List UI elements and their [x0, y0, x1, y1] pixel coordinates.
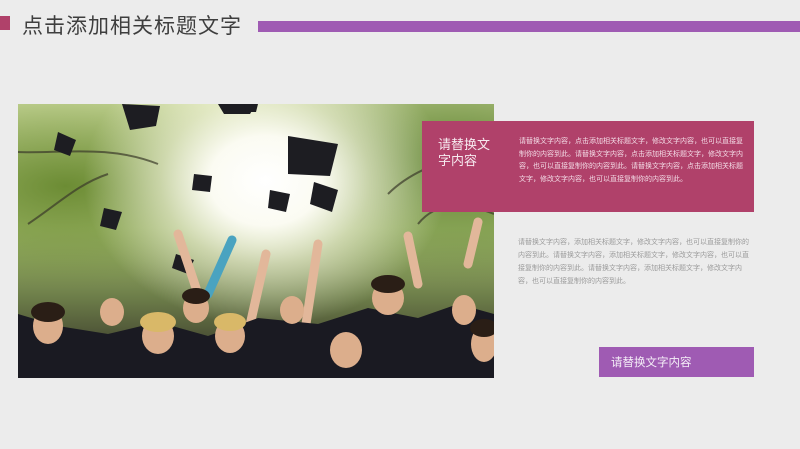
graduation-caps [54, 104, 338, 274]
highlight-box-text[interactable]: 请替换文字内容，点击添加相关标题文字，修改文字内容，也可以直接复制你的内容到此。… [519, 135, 747, 185]
title-marker [0, 16, 10, 30]
replace-text-button[interactable]: 请替换文字内容 [599, 347, 754, 377]
slide-title[interactable]: 点击添加相关标题文字 [22, 10, 242, 40]
highlight-box-title[interactable]: 请替换文字内容 [438, 138, 502, 170]
body-paragraph[interactable]: 请替换文字内容，添加相关标题文字，修改文字内容，也可以直接复制你的内容到此。请替… [518, 236, 750, 288]
title-divider-bar [258, 21, 800, 32]
slide: 点击添加相关标题文字 请替换文字内容 请替换文字内容，点击添加相关标题文字，修改… [0, 0, 800, 449]
highlight-text-box[interactable]: 请替换文字内容 请替换文字内容，点击添加相关标题文字，修改文字内容，也可以直接复… [422, 121, 754, 212]
